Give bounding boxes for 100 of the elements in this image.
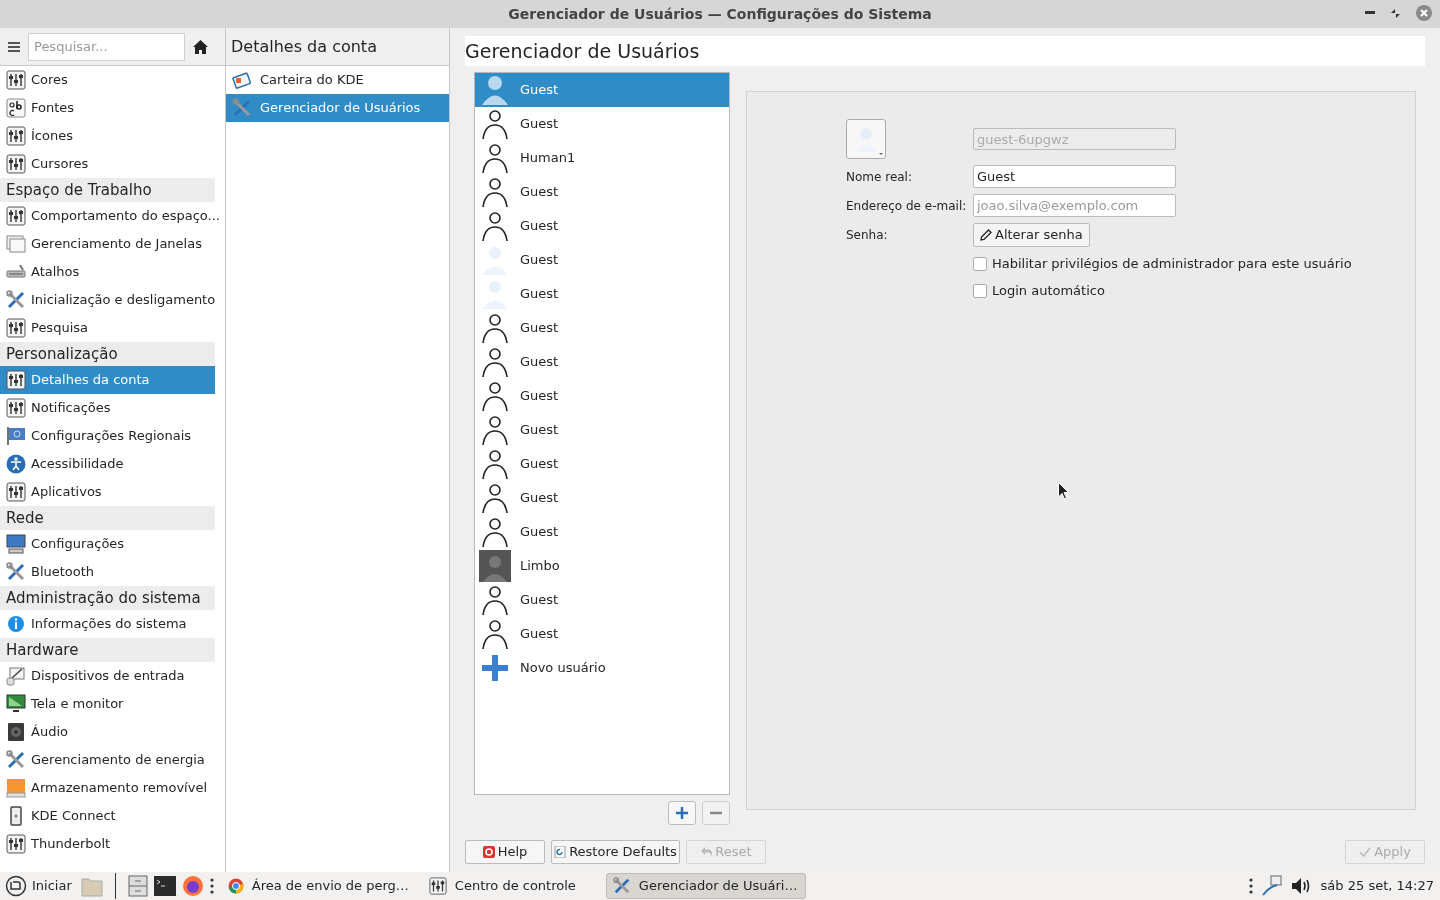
sidebar-item[interactable]: Pesquisa xyxy=(0,314,215,342)
user-list-item[interactable]: Guest xyxy=(475,379,729,413)
sidebar-item[interactable]: Fontes xyxy=(0,94,215,122)
wrench-screwdriver-icon xyxy=(232,98,252,118)
sidebar-item[interactable]: Cursores xyxy=(0,150,215,178)
sidebar-item[interactable]: Configurações xyxy=(0,530,215,558)
network-icon[interactable] xyxy=(1260,875,1283,897)
dialog-button[interactable]: Restore Defaults xyxy=(551,840,680,864)
user-list-item[interactable]: Guest xyxy=(475,515,729,549)
window-title: Gerenciador de Usuários — Configurações do Sistema xyxy=(508,4,932,24)
user-list-item[interactable]: Limbo xyxy=(475,549,729,583)
user-list-item[interactable]: Guest xyxy=(475,175,729,209)
user-list-item[interactable]: Guest xyxy=(475,617,729,651)
person-outline-icon xyxy=(479,448,511,480)
person-outline-icon xyxy=(479,210,511,242)
menu-logo-icon xyxy=(5,875,27,897)
plus-icon xyxy=(479,652,511,684)
sidebar-item[interactable]: Gerenciamento de Janelas xyxy=(0,230,215,258)
person-outline-icon xyxy=(479,584,511,616)
minimize-icon[interactable] xyxy=(1365,11,1375,15)
control-panel-icon xyxy=(6,370,26,390)
person-outline-icon xyxy=(479,482,511,514)
more-icon[interactable] xyxy=(1248,878,1253,894)
sidebar-item[interactable]: Aplicativos xyxy=(0,478,215,506)
user-list-item[interactable]: Guest xyxy=(475,107,729,141)
user-list-item[interactable]: Guest xyxy=(475,583,729,617)
control-panel-icon xyxy=(6,482,26,502)
sidebar-item[interactable]: Acessibilidade xyxy=(0,450,215,478)
sidebar-item[interactable]: Tela e monitor xyxy=(0,690,215,718)
search-field[interactable]: Pesquisar... xyxy=(28,32,185,61)
user-list-item[interactable]: Novo usuário xyxy=(475,651,729,685)
taskbar-button[interactable]: Centro de controle xyxy=(422,873,606,899)
field-label: Senha: xyxy=(846,227,889,244)
sidebar-item[interactable]: Cores xyxy=(0,66,215,94)
checkbox[interactable]: Login automático xyxy=(973,280,1352,301)
sidebar-category: Rede xyxy=(0,506,215,530)
wrench-screwdriver-icon xyxy=(612,877,631,895)
sidebar-item[interactable]: Configurações Regionais xyxy=(0,422,215,450)
input-field[interactable]: joao.silva@exemplo.com xyxy=(973,194,1176,217)
sidebar-item[interactable]: Inicialização e desligamento xyxy=(0,286,215,314)
more-icon[interactable] xyxy=(209,878,214,894)
close-icon[interactable] xyxy=(1416,5,1432,21)
subpanel-item[interactable]: Gerenciador de Usuários xyxy=(226,94,449,122)
user-list-item[interactable]: Human1 xyxy=(475,141,729,175)
user-list-item[interactable]: Guest xyxy=(475,311,729,345)
monitor-icon xyxy=(6,694,26,714)
sidebar-category: Espaço de Trabalho xyxy=(0,178,215,202)
dialog-button[interactable]: Help xyxy=(465,840,545,864)
window-icon xyxy=(6,234,26,254)
sidebar-item[interactable]: Detalhes da conta xyxy=(0,366,215,394)
change-password-button[interactable]: Alterar senha xyxy=(973,223,1090,247)
user-list-item[interactable]: Guest xyxy=(475,209,729,243)
sidebar-category: Administração do sistema xyxy=(0,586,215,610)
sidebar-item[interactable]: Bluetooth xyxy=(0,558,215,586)
flag-icon xyxy=(6,426,26,446)
home-icon[interactable] xyxy=(193,39,208,54)
control-panel-icon xyxy=(6,126,26,146)
subpanel-item[interactable]: Carteira do KDE xyxy=(226,66,449,94)
restore-icon[interactable] xyxy=(1391,8,1400,18)
person-outline-icon xyxy=(479,142,511,174)
sidebar-item[interactable]: Notificações xyxy=(0,394,215,422)
sidebar-item[interactable]: Gerenciamento de energia xyxy=(0,746,215,774)
control-panel-icon xyxy=(6,154,26,174)
person-outline-icon xyxy=(479,618,511,650)
sidebar-item[interactable]: Thunderbolt xyxy=(0,830,215,858)
pencil-icon xyxy=(980,229,992,241)
undo-icon xyxy=(700,846,713,858)
input-field[interactable]: Guest xyxy=(973,165,1176,188)
user-list-item[interactable]: Guest xyxy=(475,345,729,379)
sidebar-item[interactable]: Ícones xyxy=(0,122,215,150)
person-icon xyxy=(479,74,511,106)
taskbar-button[interactable]: Gerenciador de Usuári… xyxy=(605,873,807,899)
sidebar-item[interactable]: Áudio xyxy=(0,718,215,746)
start-menu-button[interactable]: Iniciar xyxy=(0,872,77,900)
taskbar-button[interactable]: Área de envio de perg… xyxy=(221,873,423,899)
remove-user-button[interactable] xyxy=(702,801,730,825)
terminal-icon[interactable] xyxy=(153,876,176,896)
sidebar-item[interactable]: Informações do sistema xyxy=(0,610,215,638)
menu-icon[interactable] xyxy=(8,41,20,52)
user-list-item[interactable]: Guest xyxy=(475,447,729,481)
panel-title: Detalhes da conta xyxy=(231,35,377,58)
user-list-item[interactable]: Guest xyxy=(475,481,729,515)
user-list-item[interactable]: Guest xyxy=(475,243,729,277)
checkbox-box[interactable] xyxy=(973,256,987,271)
drive-icon xyxy=(6,778,26,798)
sidebar-category: Personalização xyxy=(0,342,215,366)
checkbox-box[interactable] xyxy=(973,283,987,298)
control-panel-icon xyxy=(6,834,26,854)
add-user-button[interactable] xyxy=(668,801,696,825)
page-title: Gerenciador de Usuários xyxy=(465,38,700,64)
user-list-item[interactable]: Guest xyxy=(475,277,729,311)
user-list-item[interactable]: Guest xyxy=(475,73,729,107)
sidebar-item[interactable]: Dispositivos de entrada xyxy=(0,662,215,690)
sidebar-category: Hardware xyxy=(0,638,215,662)
user-list-item[interactable]: Guest xyxy=(475,413,729,447)
sidebar-item[interactable]: Armazenamento removível xyxy=(0,774,215,802)
sidebar-item[interactable]: Atalhos xyxy=(0,258,215,286)
wrench-screwdriver-icon xyxy=(6,290,26,310)
browser-icon[interactable] xyxy=(181,875,204,897)
sidebar-item[interactable]: KDE Connect xyxy=(0,802,215,830)
